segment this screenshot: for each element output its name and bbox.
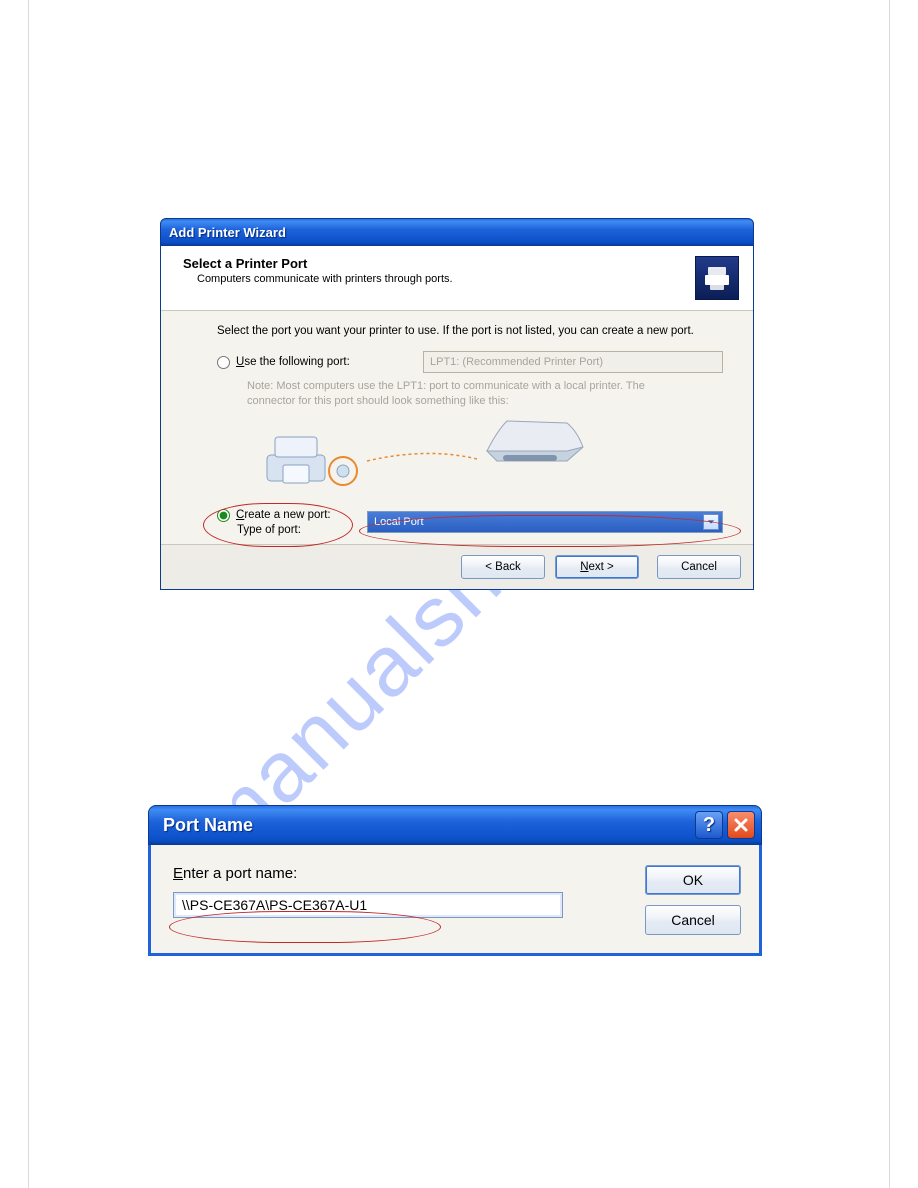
connector-illustration [247, 417, 723, 495]
port-type-select[interactable]: Local Port [367, 511, 723, 533]
chevron-down-icon[interactable] [703, 514, 719, 530]
help-icon[interactable]: ? [695, 811, 723, 839]
radio-use-existing-port[interactable]: UUse the following port:se the following… [217, 351, 723, 373]
ok-button[interactable]: OK [645, 865, 741, 895]
radio-use-input[interactable] [217, 356, 230, 369]
cancel-button-portdlg[interactable]: Cancel [645, 905, 741, 935]
radio-create-new-port[interactable]: Create a new port: Create a new port: [217, 509, 367, 522]
cancel-button[interactable]: Cancel [657, 555, 741, 579]
printer-icon [695, 256, 739, 300]
port-name-prompt: Enter a port name: Enter a port name: [173, 865, 627, 882]
wizard-heading: Select a Printer Port [183, 256, 685, 271]
wizard-note: Note: Most computers use the LPT1: port … [247, 379, 697, 409]
wizard-subtitle: Computers communicate with printers thro… [197, 273, 685, 285]
wizard-titlebar[interactable]: Add Printer Wizard [160, 218, 754, 246]
add-printer-wizard-dialog: Add Printer Wizard Select a Printer Port… [160, 218, 754, 590]
wizard-title: Add Printer Wizard [169, 225, 286, 240]
radio-create-input[interactable] [217, 509, 230, 522]
port-name-input[interactable] [173, 892, 563, 918]
close-icon[interactable] [727, 811, 755, 839]
type-of-port-label: Type of port: [237, 524, 367, 536]
radio-create-label: Create a new port: [236, 509, 331, 521]
radio-use-label: UUse the following port:se the following… [236, 356, 350, 368]
next-button[interactable]: Next > Next > [555, 555, 639, 579]
wizard-button-strip: < Back Next > Next > Cancel [161, 544, 753, 589]
port-name-title: Port Name [163, 815, 253, 836]
port-name-dialog: Port Name ? Enter a port name: Enter a p… [148, 805, 762, 956]
port-type-value: Local Port [374, 516, 424, 528]
wizard-instruction: Select the port you want your printer to… [217, 325, 723, 337]
port-name-titlebar[interactable]: Port Name ? [148, 805, 762, 845]
back-button[interactable]: < Back [461, 555, 545, 579]
port-select-disabled: LPT1: (Recommended Printer Port) [423, 351, 723, 373]
